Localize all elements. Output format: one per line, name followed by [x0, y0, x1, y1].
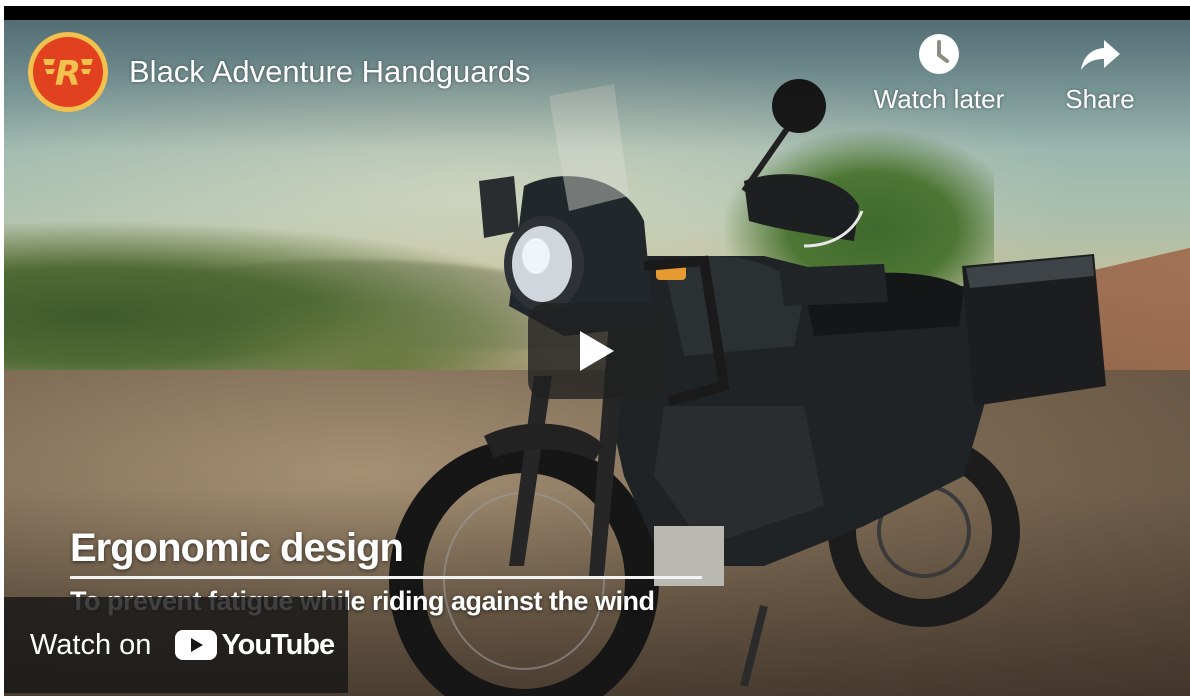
- watch-later-button[interactable]: Watch later: [866, 32, 1012, 115]
- share-label: Share: [1065, 84, 1135, 114]
- caption-headline: Ergonomic design: [70, 526, 404, 570]
- clock-icon: [919, 34, 959, 74]
- royal-enfield-logo-icon: R: [43, 54, 93, 94]
- watch-on-youtube-button[interactable]: Watch on YouTube: [4, 597, 348, 693]
- svg-text:R: R: [55, 54, 81, 94]
- watch-later-label: Watch later: [873, 84, 1005, 114]
- channel-logo[interactable]: R: [28, 32, 108, 112]
- youtube-wordmark: YouTube: [221, 628, 335, 661]
- play-icon: [580, 331, 614, 371]
- video-player[interactable]: R Black Adventure Handguards Watch later…: [4, 6, 1190, 696]
- youtube-logo: YouTube: [175, 628, 335, 662]
- share-button[interactable]: Share: [1058, 32, 1142, 115]
- video-title[interactable]: Black Adventure Handguards: [129, 54, 531, 90]
- play-button[interactable]: [528, 303, 664, 399]
- watch-on-label: Watch on: [30, 628, 152, 661]
- share-arrow-icon: [1081, 40, 1120, 70]
- caption-divider: [70, 576, 702, 579]
- youtube-icon: [175, 630, 218, 660]
